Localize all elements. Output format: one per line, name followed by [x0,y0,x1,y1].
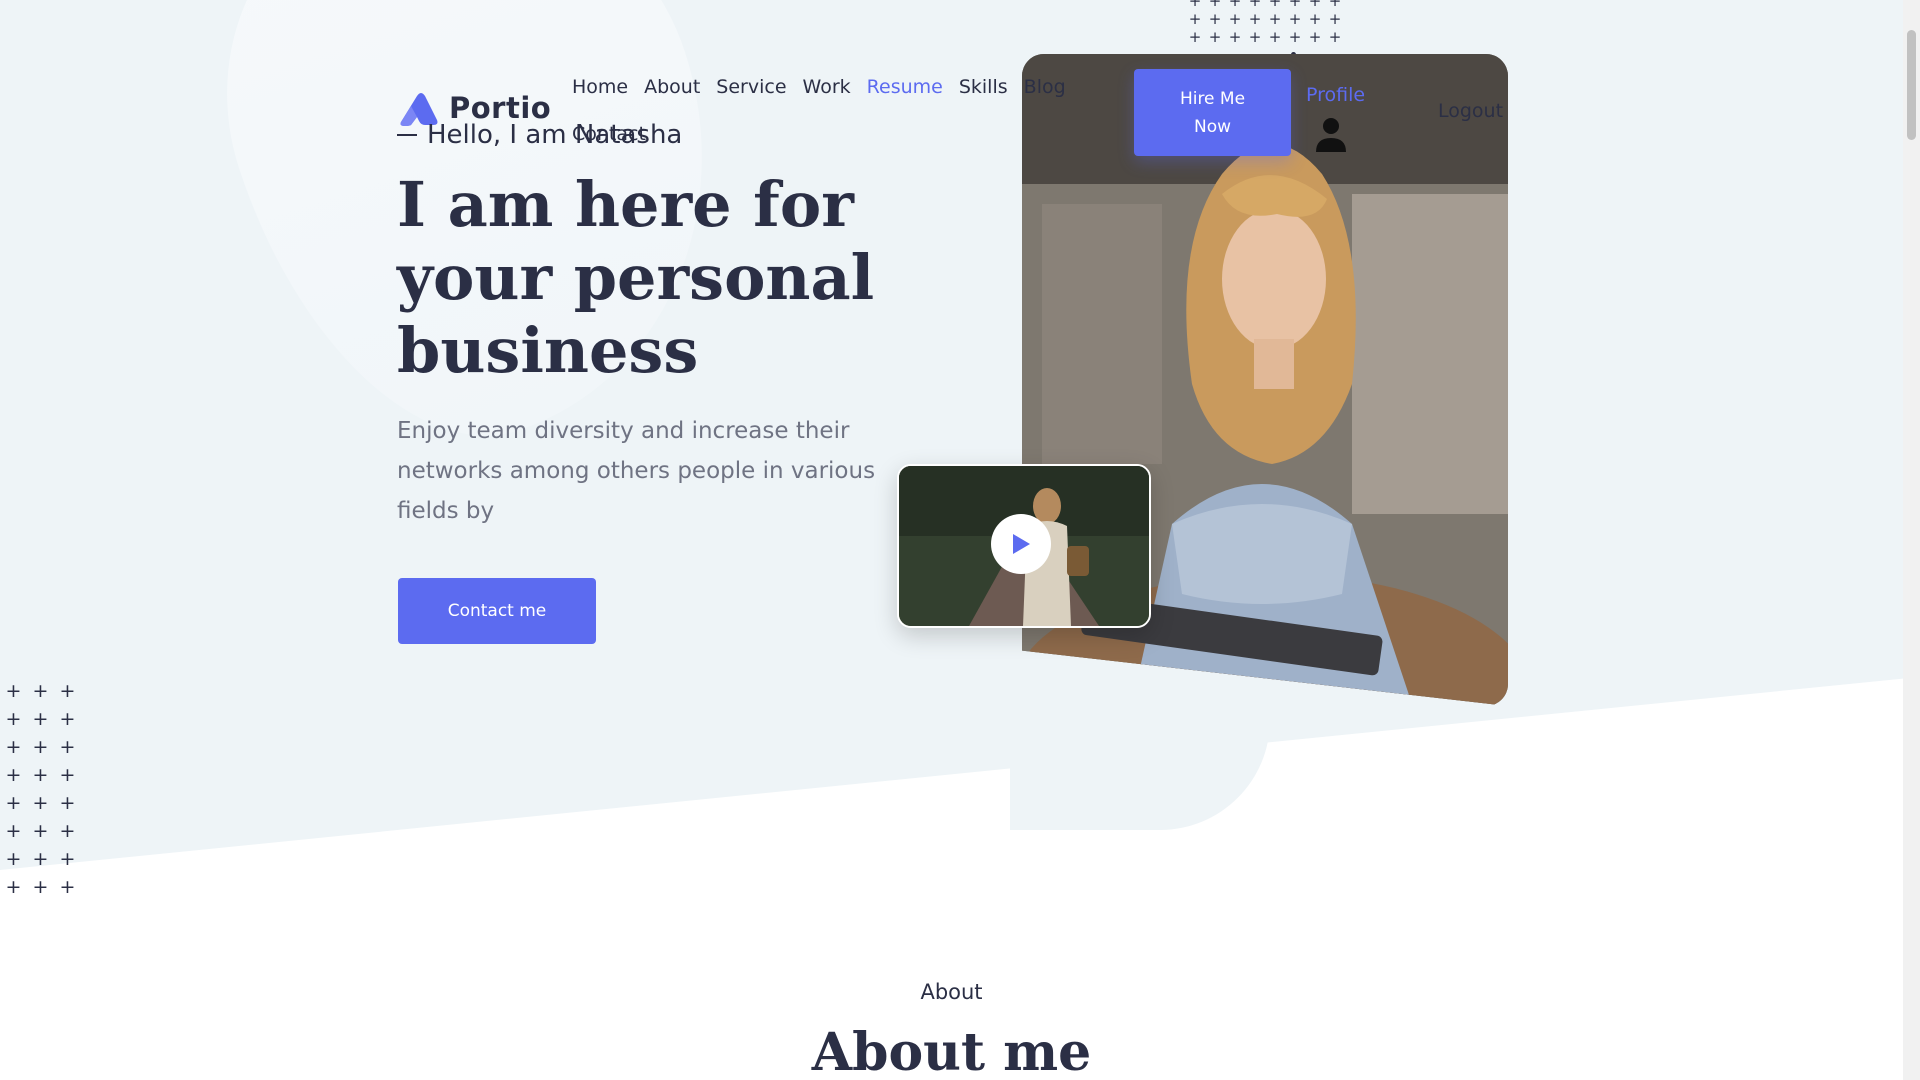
hero-headline: I am here for your personal business [397,168,875,387]
page: + + + + + + + + + + + + + + + + + + + + + + + + + + + + + + + + + +… [0,0,1903,1080]
play-button[interactable] [991,514,1051,574]
scrollbar-thumb[interactable] [1907,30,1916,140]
hire-me-label: Hire Me Now [1179,88,1246,137]
scrollbar[interactable] [1903,0,1920,1080]
about-kicker: About [920,980,983,1004]
greeting-text: Hello, I am Natasha [427,120,683,150]
nav-skills[interactable]: Skills [959,76,1008,98]
about-title: About me [811,1022,1092,1080]
nav-about[interactable]: About [644,76,700,98]
play-icon [1013,534,1030,554]
plus-pattern-left: + + + + + + + + + + + + + + + + + + + + + + + + [5,680,76,898]
video-thumbnail[interactable] [897,464,1151,628]
greeting-dash [397,134,417,136]
hero-description: Enjoy team diversity and increase their … [397,418,876,524]
hire-me-button[interactable]: Hire Me Now [1134,69,1291,156]
plus-pattern-top: + + + + + + + + + + + + + + + + + + + + + + + + [1188,0,1342,46]
contact-me-button[interactable]: Contact me [398,578,596,644]
logout-link[interactable]: Logout [1438,100,1503,122]
profile-link[interactable]: Profile [1306,84,1365,106]
nav-service[interactable]: Service [716,76,786,98]
nav-resume[interactable]: Resume [867,76,943,98]
nav-blog[interactable]: Blog [1024,76,1066,98]
hero-greeting: Hello, I am Natasha [397,120,682,150]
nav-work[interactable]: Work [803,76,851,98]
main-nav: Home About Service Work Resume Skills Bl… [572,76,1082,98]
person-icon[interactable] [1313,116,1349,152]
nav-home[interactable]: Home [572,76,628,98]
